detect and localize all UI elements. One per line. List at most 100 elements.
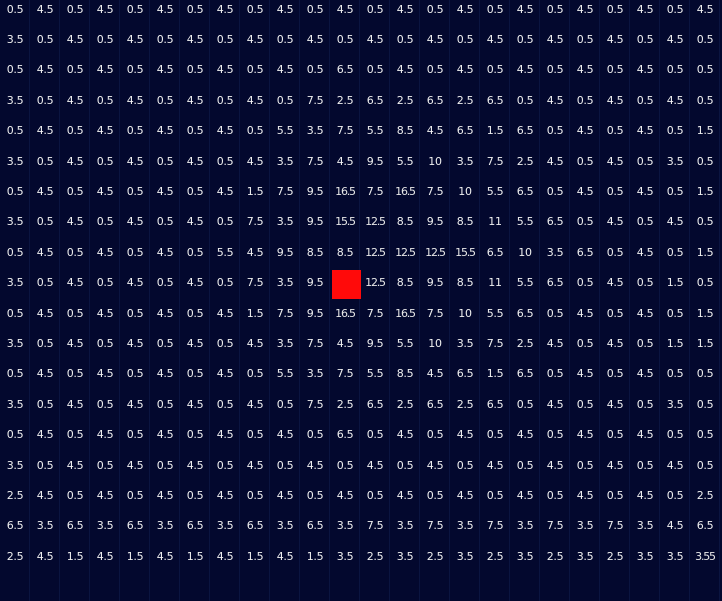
board-cell[interactable]: 1.5 (660, 328, 690, 358)
board-cell[interactable]: 6.5 (240, 511, 270, 541)
board-cell[interactable]: 0.5 (600, 176, 630, 206)
board-cell[interactable]: 0.5 (330, 24, 360, 54)
board-cell[interactable]: 0.5 (180, 237, 210, 267)
board-cell[interactable]: 0.5 (30, 450, 60, 480)
board-cell[interactable]: 7.5 (360, 511, 390, 541)
board-cell[interactable]: 2.5 (450, 85, 480, 115)
board-cell[interactable]: 3.5 (330, 511, 360, 541)
board-cell[interactable]: 6.5 (420, 389, 450, 419)
board-cell[interactable]: 0.5 (600, 55, 630, 85)
board-cell[interactable]: 10 (450, 298, 480, 328)
board-cell[interactable]: 0.5 (420, 0, 450, 24)
board-cell[interactable]: 0.5 (30, 24, 60, 54)
board-cell[interactable]: 7.5 (300, 328, 330, 358)
board-cell[interactable]: 5.5 (510, 268, 540, 298)
board-cell[interactable]: 3.5 (390, 541, 420, 571)
board-cell[interactable]: 7.5 (360, 176, 390, 206)
board-cell[interactable]: 6.5 (570, 237, 600, 267)
board-cell[interactable]: 0.5 (660, 237, 690, 267)
board-cell[interactable]: 0.5 (300, 0, 330, 24)
board-cell[interactable]: 3.5 (540, 237, 570, 267)
board-cell[interactable]: 9.5 (360, 146, 390, 176)
board-cell[interactable]: 4.5 (150, 55, 180, 85)
board-cell[interactable]: 10 (420, 328, 450, 358)
board-cell[interactable]: 8.5 (450, 268, 480, 298)
board-cell[interactable]: 4.5 (210, 176, 240, 206)
board-cell[interactable]: 2.5 (330, 85, 360, 115)
board-cell[interactable]: 3.5 (450, 511, 480, 541)
board-cell[interactable]: 4.5 (180, 207, 210, 237)
board-cell[interactable]: 0.5 (60, 176, 90, 206)
board-cell[interactable]: 4.5 (30, 0, 60, 24)
board-cell[interactable]: 0.5 (510, 85, 540, 115)
board-cell[interactable]: 5.5 (390, 146, 420, 176)
board-cell[interactable]: 4.5 (600, 85, 630, 115)
board-cell[interactable]: 0.5 (690, 389, 720, 419)
board-cell[interactable]: 0.5 (210, 85, 240, 115)
board-cell[interactable]: 5.5 (390, 328, 420, 358)
board-cell[interactable]: 5.5 (360, 359, 390, 389)
board-cell[interactable]: 7.5 (330, 116, 360, 146)
board-cell[interactable]: 0.5 (150, 328, 180, 358)
board-cell[interactable]: 3.5 (0, 146, 30, 176)
board-cell[interactable]: 9.5 (300, 298, 330, 328)
board-cell[interactable]: 0.5 (150, 207, 180, 237)
board-cell[interactable]: 4.5 (150, 0, 180, 24)
board-cell[interactable]: 4.5 (120, 268, 150, 298)
board-cell[interactable]: 0.5 (450, 450, 480, 480)
board-cell[interactable]: 4.5 (60, 450, 90, 480)
board-cell[interactable]: 1.5 (180, 541, 210, 571)
board-cell[interactable]: 4.5 (330, 146, 360, 176)
board-cell[interactable]: 5.5 (270, 116, 300, 146)
board-cell[interactable]: 4.5 (570, 298, 600, 328)
board-cell[interactable]: 0.5 (570, 450, 600, 480)
board-cell[interactable]: 2.5 (360, 541, 390, 571)
board-cell[interactable]: 0.5 (540, 298, 570, 328)
board-cell[interactable]: 0.5 (570, 328, 600, 358)
board-cell[interactable]: 3.5 (0, 24, 30, 54)
board-cell[interactable]: 7.5 (330, 359, 360, 389)
board-cell[interactable]: 0.5 (120, 0, 150, 24)
board-cell[interactable]: 4.5 (30, 480, 60, 510)
board-cell[interactable]: 0.5 (180, 480, 210, 510)
board-cell[interactable]: 4.5 (540, 328, 570, 358)
board-cell[interactable]: 4.5 (210, 116, 240, 146)
board-cell[interactable]: 0.5 (510, 389, 540, 419)
board-cell[interactable]: 4.5 (210, 55, 240, 85)
board-cell[interactable]: 3.5 (0, 207, 30, 237)
board-cell[interactable]: 0.5 (60, 237, 90, 267)
board-cell[interactable]: 4.5 (390, 420, 420, 450)
board-cell[interactable]: 8.5 (300, 237, 330, 267)
board-cell[interactable]: 4.5 (510, 55, 540, 85)
board-cell[interactable]: 3.5 (630, 541, 660, 571)
board-cell[interactable]: 7.5 (480, 511, 510, 541)
board-cell[interactable]: 0.5 (330, 450, 360, 480)
board-cell[interactable]: 6.5 (420, 85, 450, 115)
board-cell[interactable]: 0.5 (0, 237, 30, 267)
board-cell[interactable]: 4.5 (540, 389, 570, 419)
board-cell[interactable]: 4.5 (540, 24, 570, 54)
board-cell[interactable]: 0.5 (600, 420, 630, 450)
board-cell[interactable]: 4.5 (690, 0, 720, 24)
board-cell[interactable]: 4.5 (210, 298, 240, 328)
board-cell[interactable]: 1.5 (690, 298, 720, 328)
board-cell[interactable]: 0.5 (540, 420, 570, 450)
board-cell[interactable]: 0.5 (540, 480, 570, 510)
board-cell[interactable]: 4.5 (30, 359, 60, 389)
board-cell[interactable]: 5.5 (480, 298, 510, 328)
board-cell[interactable]: 4.5 (420, 24, 450, 54)
board-cell[interactable]: 6.5 (450, 359, 480, 389)
board-cell[interactable]: 0.5 (630, 268, 660, 298)
board-cell[interactable]: 3.5 (30, 511, 60, 541)
board-cell[interactable]: 0.5 (180, 116, 210, 146)
board-cell[interactable]: 12.5 (360, 268, 390, 298)
board-cell[interactable]: 7.5 (480, 146, 510, 176)
board-cell[interactable]: 3.5 (450, 541, 480, 571)
board-cell[interactable]: 0.5 (120, 480, 150, 510)
board-cell[interactable]: 4.5 (570, 116, 600, 146)
board-cell[interactable]: 4.5 (240, 146, 270, 176)
board-cell[interactable]: 2.5 (0, 541, 30, 571)
board-cell[interactable]: 4.5 (180, 146, 210, 176)
board-cell[interactable]: 4.5 (270, 55, 300, 85)
board-cell[interactable]: 3.5 (450, 146, 480, 176)
